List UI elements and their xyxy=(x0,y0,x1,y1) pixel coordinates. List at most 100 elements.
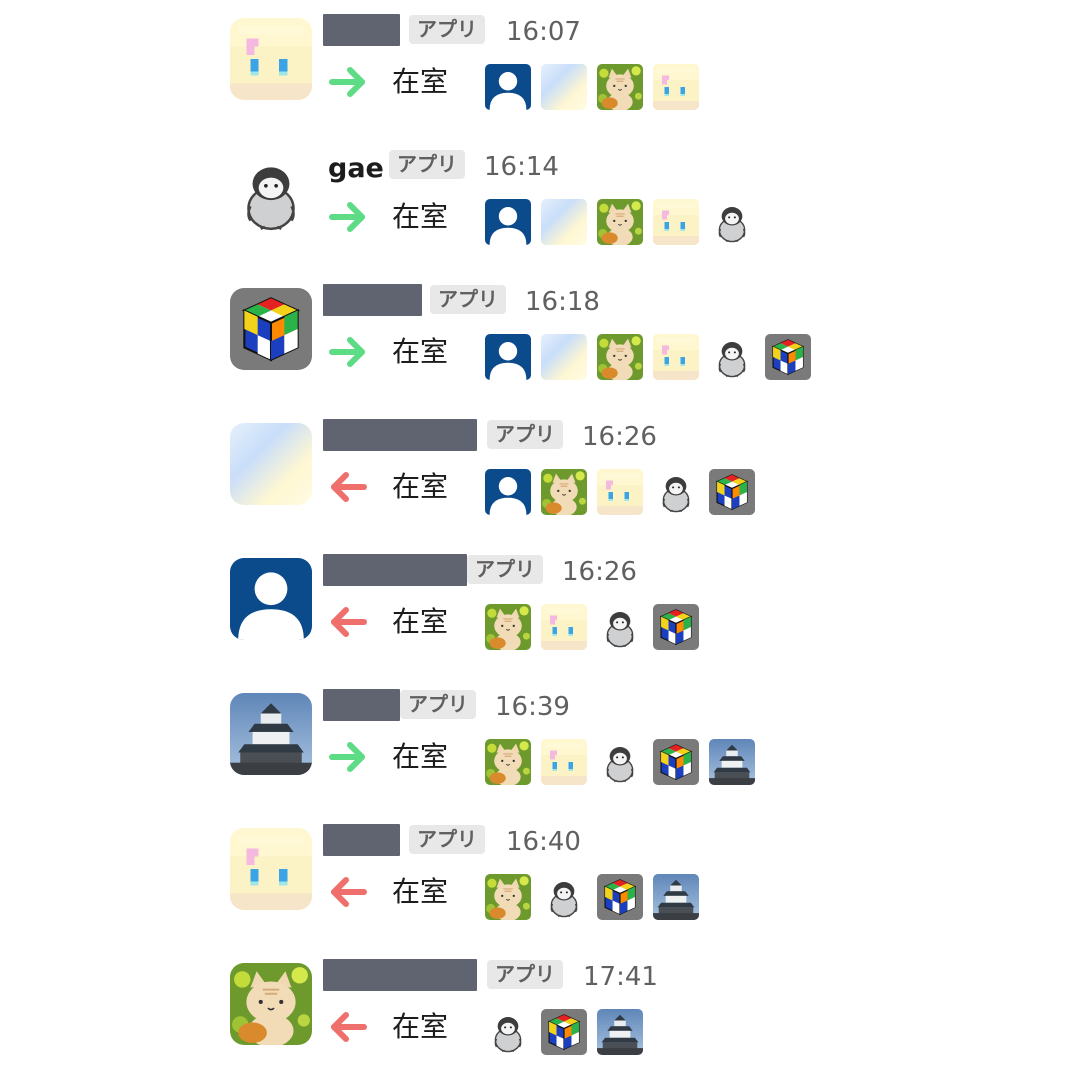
message-row: アプリ 16:39 在室 xyxy=(0,675,1080,810)
pixel-girl-icon xyxy=(653,64,699,110)
sky-gradient-icon xyxy=(541,199,587,245)
arrow-left-icon xyxy=(328,1007,368,1047)
message-row: gae アプリ 16:14 在室 xyxy=(0,135,1080,270)
arrow-left-icon xyxy=(328,872,368,912)
username[interactable]: gae xyxy=(328,153,384,184)
pixel-girl-avatar[interactable] xyxy=(230,828,312,910)
blue-user-icon xyxy=(485,469,531,515)
penguin-avatar[interactable] xyxy=(230,153,312,235)
status-text: 在室 xyxy=(392,1010,449,1043)
arrow-right-icon xyxy=(328,737,368,777)
cat-plush-icon xyxy=(597,334,643,380)
cat-plush-icon xyxy=(597,64,643,110)
blue-user-icon xyxy=(485,64,531,110)
penguin-icon xyxy=(709,334,755,380)
redacted-username xyxy=(323,959,477,991)
message-row: アプリ 16:07 在室 xyxy=(0,0,1080,135)
redacted-username xyxy=(323,284,422,316)
app-badge: アプリ xyxy=(409,15,485,44)
arrow-right-icon xyxy=(328,197,368,237)
cat-plush-icon xyxy=(597,199,643,245)
rubik-cube-avatar[interactable] xyxy=(230,288,312,370)
message-row: アプリ 16:40 在室 xyxy=(0,810,1080,945)
sky-gradient-avatar[interactable] xyxy=(230,423,312,505)
app-badge: アプリ xyxy=(467,555,543,584)
arrow-right-icon xyxy=(328,62,368,102)
cat-plush-icon xyxy=(485,739,531,785)
pixel-girl-icon xyxy=(653,199,699,245)
status-text: 在室 xyxy=(392,470,449,503)
app-badge: アプリ xyxy=(487,420,563,449)
castle-icon xyxy=(597,1009,643,1055)
timestamp[interactable]: 16:39 xyxy=(495,691,570,723)
blue-user-icon xyxy=(485,334,531,380)
cat-plush-icon xyxy=(485,604,531,650)
penguin-icon xyxy=(597,604,643,650)
status-text: 在室 xyxy=(392,740,449,773)
timestamp[interactable]: 16:07 xyxy=(506,16,581,48)
pixel-girl-icon xyxy=(653,334,699,380)
arrow-left-icon xyxy=(328,467,368,507)
rubik-cube-icon xyxy=(541,1009,587,1055)
redacted-username xyxy=(323,14,400,46)
app-badge: アプリ xyxy=(487,960,563,989)
present-members xyxy=(485,604,699,650)
timestamp[interactable]: 16:26 xyxy=(582,421,657,453)
status-text: 在室 xyxy=(392,875,449,908)
blue-user-icon xyxy=(485,199,531,245)
present-members xyxy=(485,739,755,785)
pixel-girl-icon xyxy=(541,604,587,650)
blue-user-avatar[interactable] xyxy=(230,558,312,640)
status-text: 在室 xyxy=(392,200,449,233)
present-members xyxy=(485,334,811,380)
rubik-cube-icon xyxy=(653,604,699,650)
present-members xyxy=(485,1009,643,1055)
arrow-right-icon xyxy=(328,332,368,372)
penguin-icon xyxy=(485,1009,531,1055)
rubik-cube-icon xyxy=(597,874,643,920)
status-text: 在室 xyxy=(392,65,449,98)
timestamp[interactable]: 16:18 xyxy=(525,286,600,318)
cat-plush-icon xyxy=(485,874,531,920)
arrow-left-icon xyxy=(328,602,368,642)
present-members xyxy=(485,64,699,110)
penguin-icon xyxy=(709,199,755,245)
penguin-icon xyxy=(653,469,699,515)
app-badge: アプリ xyxy=(400,690,476,719)
castle-avatar[interactable] xyxy=(230,693,312,775)
cat-plush-icon xyxy=(541,469,587,515)
rubik-cube-icon xyxy=(709,469,755,515)
pixel-girl-avatar[interactable] xyxy=(230,18,312,100)
present-members xyxy=(485,469,755,515)
timestamp[interactable]: 16:14 xyxy=(484,151,559,183)
timestamp[interactable]: 16:40 xyxy=(506,826,581,858)
pixel-girl-icon xyxy=(541,739,587,785)
sky-gradient-icon xyxy=(541,64,587,110)
message-row: アプリ 16:26 在室 xyxy=(0,405,1080,540)
message-row: アプリ 17:41 在室 xyxy=(0,945,1080,1080)
timestamp[interactable]: 16:26 xyxy=(562,556,637,588)
castle-icon xyxy=(653,874,699,920)
redacted-username xyxy=(323,689,400,721)
status-text: 在室 xyxy=(392,335,449,368)
redacted-username xyxy=(323,419,477,451)
message-row: アプリ 16:26 在室 xyxy=(0,540,1080,675)
app-badge: アプリ xyxy=(389,150,465,179)
rubik-cube-icon xyxy=(653,739,699,785)
sky-gradient-icon xyxy=(541,334,587,380)
status-text: 在室 xyxy=(392,605,449,638)
cat-plush-avatar[interactable] xyxy=(230,963,312,1045)
app-badge: アプリ xyxy=(430,285,506,314)
castle-icon xyxy=(709,739,755,785)
rubik-cube-icon xyxy=(765,334,811,380)
penguin-icon xyxy=(597,739,643,785)
redacted-username xyxy=(323,824,400,856)
redacted-username xyxy=(323,554,467,586)
app-badge: アプリ xyxy=(409,825,485,854)
pixel-girl-icon xyxy=(597,469,643,515)
message-row: アプリ 16:18 在室 xyxy=(0,270,1080,405)
penguin-icon xyxy=(541,874,587,920)
timestamp[interactable]: 17:41 xyxy=(583,961,658,993)
present-members xyxy=(485,199,755,245)
present-members xyxy=(485,874,699,920)
